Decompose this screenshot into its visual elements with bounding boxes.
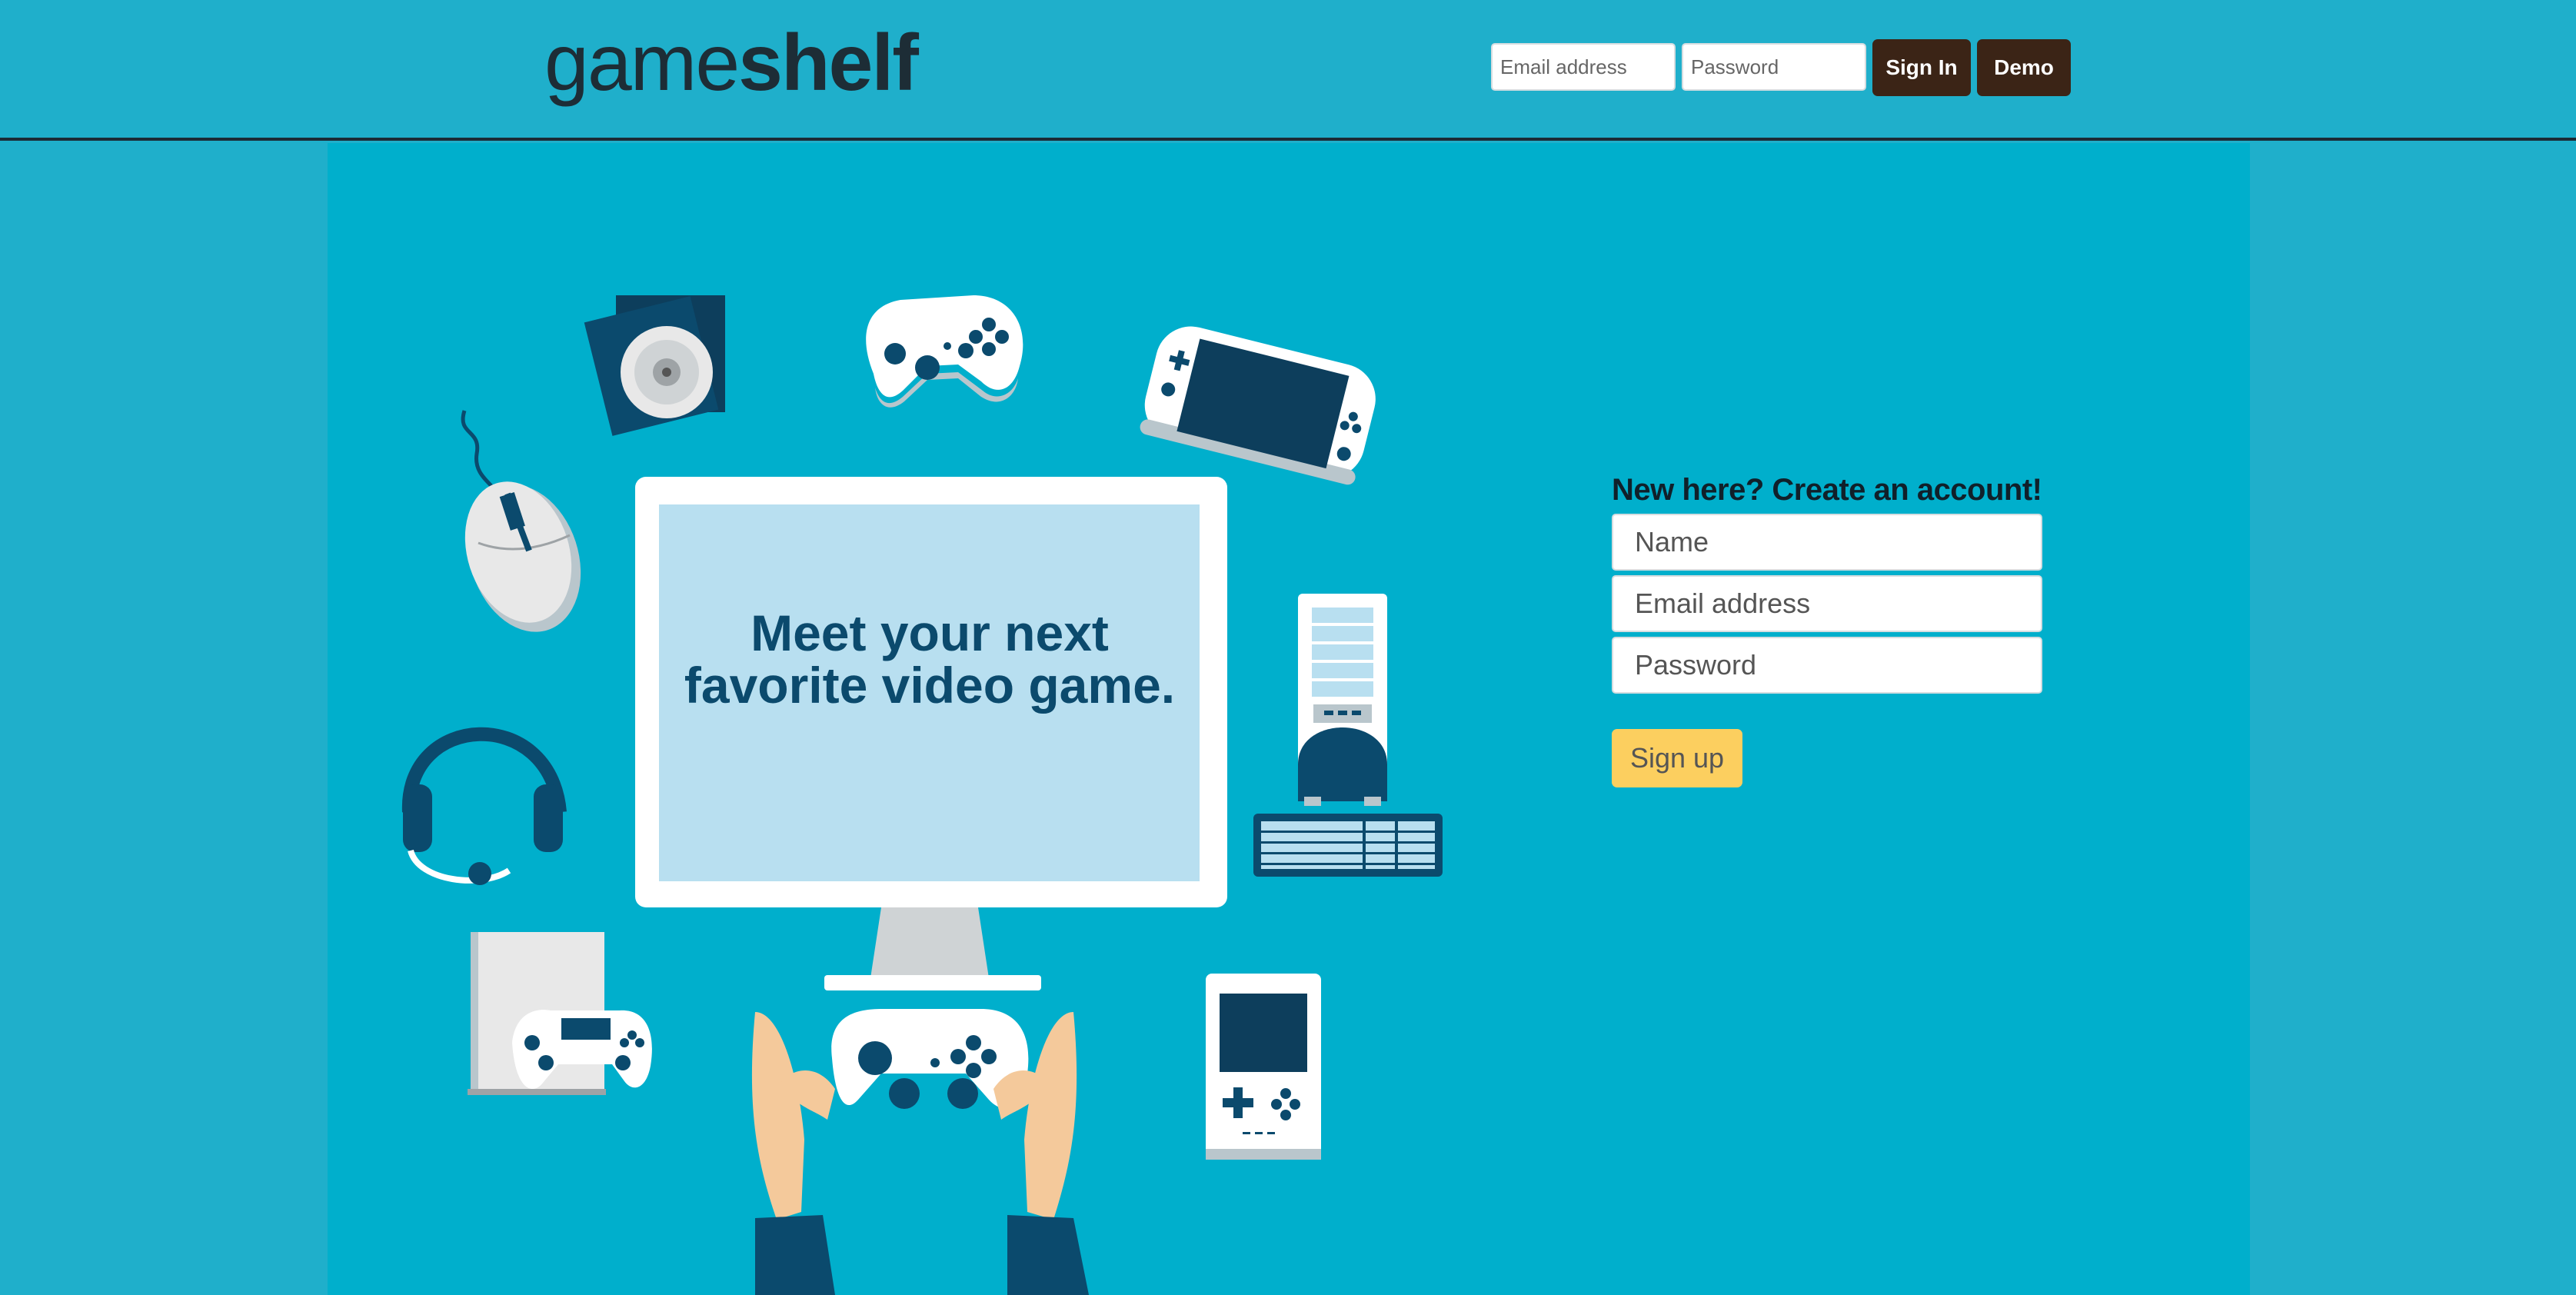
logo-text-light: game (544, 18, 740, 108)
cd-icon (584, 295, 725, 436)
main-panel: Meet your next favorite video game. New … (328, 143, 2250, 1295)
hero-text-line2: favorite video game. (684, 657, 1175, 714)
headset-icon (401, 727, 567, 885)
hero-text-line1: Meet your next (751, 604, 1109, 661)
signup-email-input[interactable] (1612, 575, 2042, 632)
handheld-console-icon (1140, 326, 1376, 485)
console-icon (468, 932, 652, 1095)
keyboard-icon (1253, 814, 1443, 877)
gameboy-icon (1206, 974, 1321, 1160)
mouse-icon (461, 410, 581, 632)
logo-text-bold: shelf (738, 18, 919, 108)
header-password-input[interactable] (1682, 43, 1866, 91)
gameshelf-logo[interactable]: gameshelf (544, 17, 919, 109)
gamepad-icon (866, 295, 1023, 408)
pc-tower-icon (1298, 594, 1387, 806)
signup-password-input[interactable] (1612, 637, 2042, 694)
hero-illustration: Meet your next favorite video game. (401, 295, 1443, 1295)
header-email-input[interactable] (1491, 43, 1676, 91)
signup-button[interactable]: Sign up (1612, 729, 1742, 787)
signup-heading: New here? Create an account! (1612, 473, 2042, 507)
hands-controller-icon (751, 1009, 1089, 1295)
signup-name-input[interactable] (1612, 514, 2042, 571)
sign-in-button[interactable]: Sign In (1872, 39, 1971, 96)
demo-button[interactable]: Demo (1977, 39, 2071, 96)
signup-form: New here? Create an account! Sign up (1612, 471, 2050, 787)
top-header: gameshelf Sign In Demo (0, 0, 2576, 141)
monitor-icon: Meet your next favorite video game. (635, 477, 1227, 990)
